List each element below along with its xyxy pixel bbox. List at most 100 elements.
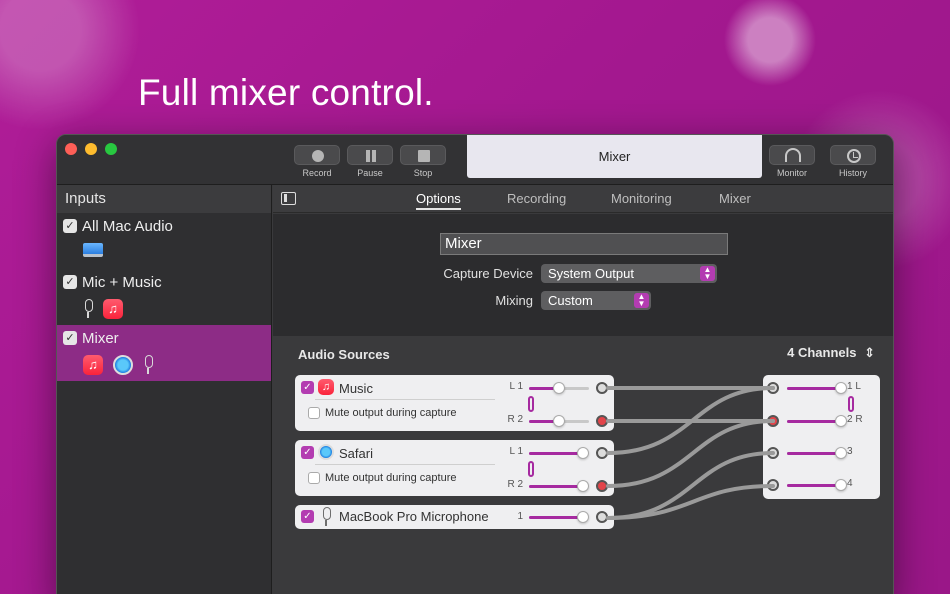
tab-options[interactable]: Options [416, 191, 461, 210]
monitor-button[interactable]: Monitor [769, 145, 815, 181]
sidebar-item-mic-music[interactable]: ✓ Mic + Music ♫ [57, 269, 271, 325]
chevron-updown-icon: ⇕ [864, 345, 875, 360]
output-port[interactable] [596, 511, 608, 523]
options-panel: Mixer Capture Device System Output ▲ ▼ Mi… [273, 214, 893, 336]
enable-checkbox[interactable]: ✓ [63, 275, 77, 289]
source-card-safari: ✓ Safari Mute output during capture L 1 … [295, 440, 614, 496]
mic-icon [83, 299, 93, 319]
mute-label: Mute output during capture [325, 407, 457, 419]
channels-select[interactable]: 4 Channels ⇕ [787, 345, 875, 361]
output-port-left[interactable] [596, 382, 608, 394]
tab-bar: Options Recording Monitoring Mixer [273, 185, 893, 213]
sidebar: Inputs ✓ All Mac Audio ✓ Mic + Music ♫ ✓… [57, 185, 272, 594]
sidebar-item-all-mac-audio[interactable]: ✓ All Mac Audio [57, 213, 271, 269]
chevron-updown-icon: ▲ ▼ [700, 266, 715, 281]
record-icon [312, 150, 324, 162]
mute-checkbox[interactable] [308, 407, 320, 419]
channel-3-slider[interactable] [835, 447, 847, 459]
pause-icon [365, 150, 377, 162]
mixing-label: Mixing [495, 293, 533, 308]
input-port-3[interactable] [767, 447, 779, 459]
tab-recording[interactable]: Recording [507, 191, 566, 206]
channel-right-label: R 2 [507, 414, 523, 425]
output-port-right[interactable] [596, 415, 608, 427]
monitor-label: Monitor [776, 168, 807, 178]
clock-icon [847, 149, 861, 163]
channel-label: 1 [517, 511, 523, 522]
capture-device-select[interactable]: System Output ▲ ▼ [541, 264, 717, 283]
enable-checkbox[interactable]: ✓ [63, 219, 77, 233]
channel-4-slider[interactable] [835, 479, 847, 491]
mixing-select[interactable]: Custom ▲ ▼ [541, 291, 651, 310]
capture-device-label: Capture Device [443, 266, 533, 281]
music-icon: ♫ [103, 299, 123, 319]
output-port-right[interactable] [596, 480, 608, 492]
history-label: History [838, 168, 867, 178]
window-title: Mixer [467, 135, 762, 178]
input-port-1[interactable] [767, 382, 779, 394]
sidebar-toggle-icon[interactable] [281, 192, 296, 205]
input-label: Mic + Music [82, 274, 162, 291]
channels-value: 4 Channels [787, 345, 857, 360]
input-label: Mixer [82, 330, 119, 347]
mac-icon [83, 243, 103, 257]
source-checkbox[interactable]: ✓ [301, 381, 314, 394]
output-port-left[interactable] [596, 447, 608, 459]
stop-button[interactable]: Stop [400, 145, 446, 181]
minimize-button[interactable] [85, 143, 97, 155]
mic-icon [321, 507, 331, 527]
volume-slider[interactable] [577, 511, 589, 523]
capture-device-value: System Output [548, 266, 634, 281]
source-name: Safari [339, 446, 373, 461]
volume-slider-left[interactable] [553, 382, 565, 394]
enable-checkbox[interactable]: ✓ [63, 331, 77, 345]
sidebar-item-mixer[interactable]: ✓ Mixer ♫ [57, 325, 271, 381]
output-label-1: 1 L [847, 381, 861, 392]
output-label-3: 3 [847, 446, 853, 457]
close-button[interactable] [65, 143, 77, 155]
sidebar-header: Inputs [57, 185, 271, 213]
link-icon[interactable] [528, 461, 534, 477]
input-port-2[interactable] [767, 415, 779, 427]
volume-slider-left[interactable] [577, 447, 589, 459]
history-button[interactable]: History [830, 145, 876, 181]
safari-icon [113, 355, 133, 375]
audio-sources-panel: Audio Sources 4 Channels ⇕ ✓ ♫ Music Mut… [273, 336, 893, 594]
source-checkbox[interactable]: ✓ [301, 510, 314, 523]
tab-monitoring[interactable]: Monitoring [611, 191, 672, 206]
channel-left-label: L 1 [509, 381, 523, 392]
safari-icon [318, 444, 334, 460]
record-button[interactable]: Record [294, 145, 340, 181]
channel-2-slider[interactable] [835, 415, 847, 427]
mic-icon [143, 355, 153, 375]
app-window: Record Pause Stop Mixer Monitor History … [56, 134, 894, 594]
link-icon[interactable] [528, 396, 534, 412]
music-icon: ♫ [318, 379, 334, 395]
volume-slider-right[interactable] [577, 480, 589, 492]
pause-label: Pause [357, 168, 383, 178]
source-name-field[interactable]: Mixer [440, 233, 728, 255]
source-name: MacBook Pro Microphone [339, 509, 489, 524]
stop-label: Stop [413, 168, 433, 178]
volume-slider-right[interactable] [553, 415, 565, 427]
title-bar: Record Pause Stop Mixer Monitor History [57, 135, 893, 185]
tab-mixer[interactable]: Mixer [719, 191, 751, 206]
mute-label: Mute output during capture [325, 472, 457, 484]
headline: Full mixer control. [138, 72, 434, 113]
headphones-icon [785, 148, 801, 162]
output-channels-card: 1 L 2 R 3 4 [763, 375, 880, 499]
mute-checkbox[interactable] [308, 472, 320, 484]
input-label: All Mac Audio [82, 218, 173, 235]
source-checkbox[interactable]: ✓ [301, 446, 314, 459]
zoom-button[interactable] [105, 143, 117, 155]
output-label-2: 2 R [847, 414, 863, 425]
source-card-music: ✓ ♫ Music Mute output during capture L 1… [295, 375, 614, 431]
output-label-4: 4 [847, 478, 853, 489]
pause-button[interactable]: Pause [347, 145, 393, 181]
channel-1-slider[interactable] [835, 382, 847, 394]
link-icon[interactable] [848, 396, 854, 412]
music-icon: ♫ [83, 355, 103, 375]
chevron-updown-icon: ▲ ▼ [634, 293, 649, 308]
input-port-4[interactable] [767, 479, 779, 491]
mixing-value: Custom [548, 293, 593, 308]
